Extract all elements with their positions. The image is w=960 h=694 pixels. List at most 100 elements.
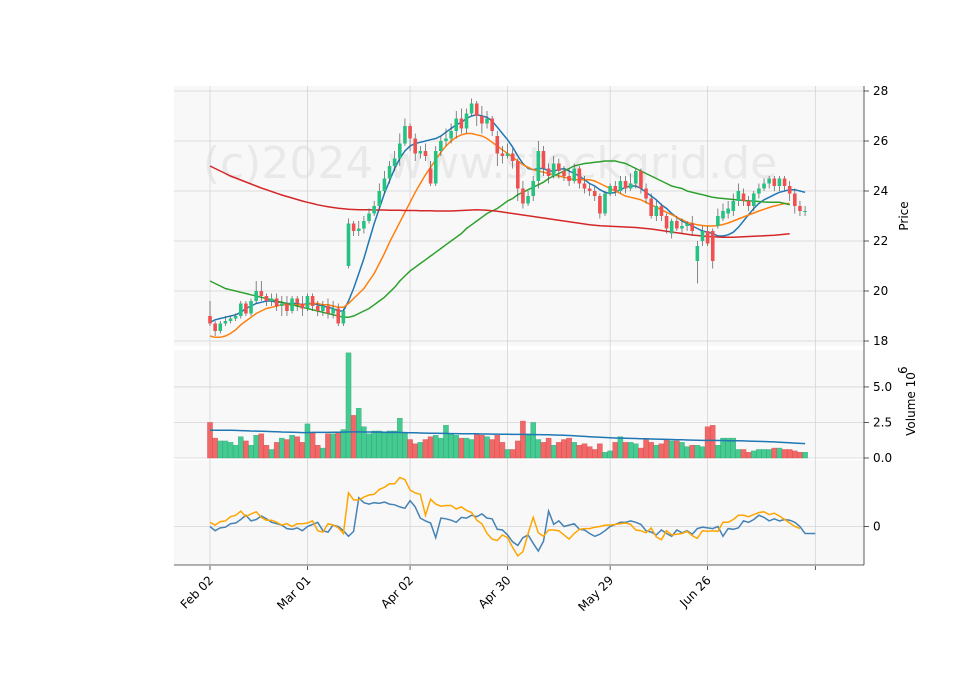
candle-body <box>695 246 700 261</box>
volume-bar <box>663 439 670 459</box>
candle <box>603 191 607 216</box>
candle-body <box>315 306 320 311</box>
candle-body <box>690 223 695 231</box>
candle-body <box>362 221 366 229</box>
candle-body <box>726 208 730 214</box>
volume-bar <box>253 435 259 459</box>
chart-figure: (c)2024 www.stockgrid.de Feb 02 Mar 01 Apr… <box>0 0 960 690</box>
candle-body <box>772 178 777 186</box>
candle-body <box>408 126 412 139</box>
candle-body <box>269 298 274 301</box>
volume-bar <box>453 435 459 459</box>
candle-body <box>654 206 659 216</box>
volume-bar <box>792 450 798 459</box>
volume-bar <box>689 445 695 459</box>
price-y-axis-label: Price <box>897 201 911 230</box>
candle-body <box>710 231 715 261</box>
volume-bar <box>212 437 218 459</box>
volume-bar <box>771 447 778 459</box>
candle-body <box>700 231 705 241</box>
volume-bar <box>227 442 234 459</box>
volume-bar <box>556 442 562 459</box>
price-y-tick-label: 20 <box>873 284 888 298</box>
volume-bar <box>350 415 357 459</box>
candle-body <box>505 153 510 156</box>
volume-bar <box>279 437 285 459</box>
volume-bar <box>325 433 331 459</box>
volume-y-tick-label: 2.5 <box>873 415 892 429</box>
candle-body <box>454 118 459 131</box>
volume-bar <box>335 432 342 459</box>
volume-bar <box>217 440 224 459</box>
candle-body <box>746 201 751 206</box>
candle <box>341 308 346 326</box>
candle-body <box>428 168 433 184</box>
volume-bar <box>314 445 321 459</box>
volume-bar <box>735 449 742 459</box>
candle-body <box>274 298 279 306</box>
candle-body <box>592 191 597 196</box>
candle-body <box>444 138 448 141</box>
volume-bar <box>776 447 783 459</box>
candle-body <box>285 303 289 311</box>
volume-bar <box>684 446 690 459</box>
candle-body <box>731 201 736 211</box>
candle-body <box>633 171 638 184</box>
candle-body <box>249 301 253 314</box>
volume-bar <box>586 446 593 459</box>
candle-body <box>798 206 802 211</box>
candle-body <box>254 291 258 301</box>
candle-body <box>490 118 494 131</box>
candle-body <box>228 318 233 321</box>
volume-bar <box>330 433 336 459</box>
candle-body <box>757 188 761 194</box>
volume-bar <box>222 440 229 459</box>
volume-bar <box>643 439 649 459</box>
volume-bar <box>571 442 577 459</box>
volume-bar <box>674 440 680 459</box>
candle-body <box>321 306 325 311</box>
volume-bar <box>448 433 454 459</box>
candle-body <box>613 186 618 191</box>
candle-body <box>628 183 633 189</box>
candle-body <box>439 141 443 151</box>
x-tick-label: May 29 <box>575 573 616 614</box>
volume-bar <box>709 425 716 459</box>
candle-body <box>449 131 453 139</box>
volume-bar <box>458 437 465 459</box>
candle-body <box>346 223 351 266</box>
candle-body <box>618 181 623 191</box>
candle-body <box>741 193 746 201</box>
volume-bar <box>704 426 711 459</box>
candle-body <box>341 311 346 324</box>
candle-body <box>244 303 248 314</box>
candle-body <box>762 183 766 189</box>
volume-bar <box>781 449 788 459</box>
candle-body <box>387 166 392 179</box>
candle-body <box>531 181 535 196</box>
candle-body <box>398 143 402 159</box>
volume-bar <box>443 425 449 459</box>
volume-bar <box>530 422 536 459</box>
candle-body <box>562 171 566 176</box>
volume-bar <box>576 445 583 459</box>
candle-body <box>649 198 653 216</box>
candle-body <box>582 183 587 189</box>
volume-bar <box>566 437 572 459</box>
volume-bar <box>504 449 511 459</box>
candle-body <box>433 151 438 184</box>
candle <box>305 293 310 311</box>
candle-body <box>218 323 223 331</box>
candle-body <box>474 103 479 116</box>
x-tick-label: Feb 02 <box>178 573 216 611</box>
volume-bar <box>751 450 757 459</box>
candle-body <box>721 211 725 219</box>
volume-bar <box>694 445 701 459</box>
volume-bar <box>761 449 767 459</box>
candle-body <box>351 223 356 231</box>
candle-body <box>300 303 305 309</box>
volume-bar <box>648 442 654 459</box>
volume-bar <box>499 442 506 459</box>
volume-bar <box>397 418 403 459</box>
candle-body <box>464 113 469 129</box>
